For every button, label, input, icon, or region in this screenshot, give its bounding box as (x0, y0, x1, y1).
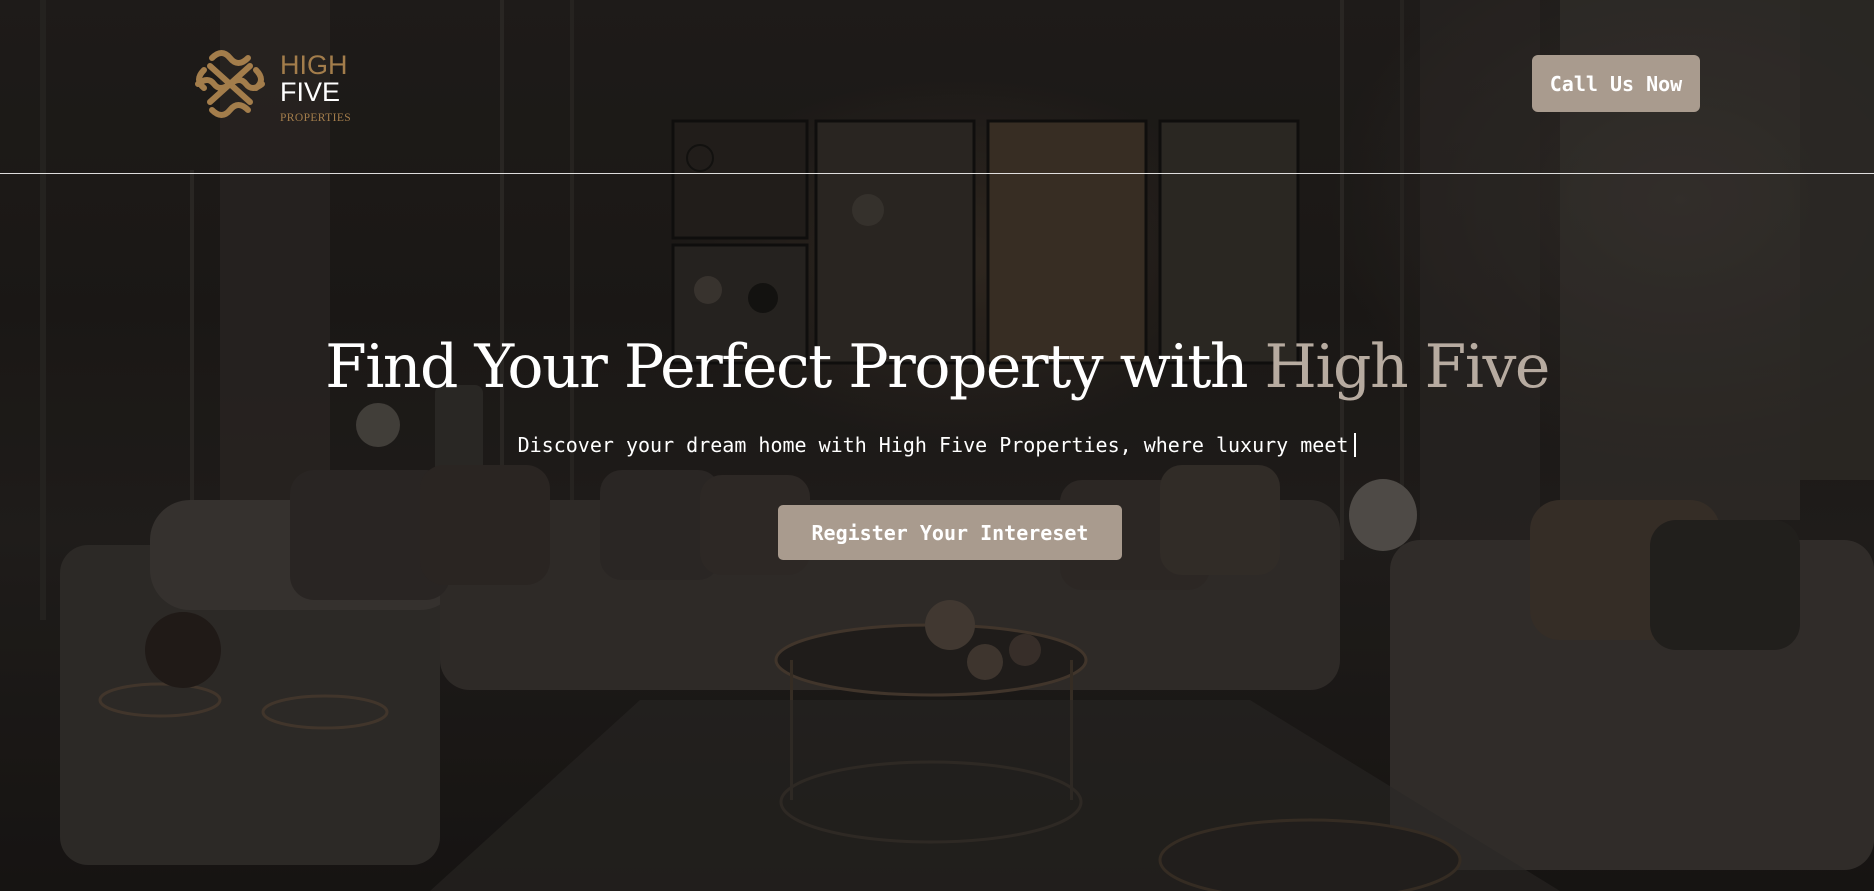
hero-subtitle-text: Discover your dream home with High Five … (517, 433, 1349, 457)
header-divider (0, 173, 1874, 174)
register-interest-button[interactable]: Register Your Intereset (778, 505, 1122, 560)
text-cursor-icon (1354, 433, 1357, 457)
logo-text-properties: PROPERTIES (280, 112, 352, 124)
logo-text-five: FIVE (280, 77, 341, 107)
hero-headline-accent: High Five (1264, 332, 1551, 402)
hero-section: HIGH FIVE PROPERTIES Call Us Now Find Yo… (0, 0, 1874, 891)
hero-headline-main: Find Your Perfect Property with (325, 332, 1248, 402)
hero-subtitle: Discover your dream home with High Five … (0, 433, 1874, 457)
interlaced-knot-logo-icon (195, 50, 265, 118)
hero-headline: Find Your Perfect Property with High Fiv… (0, 332, 1874, 402)
brand-logo[interactable]: HIGH FIVE PROPERTIES (190, 44, 360, 126)
call-us-now-button[interactable]: Call Us Now (1532, 55, 1700, 112)
